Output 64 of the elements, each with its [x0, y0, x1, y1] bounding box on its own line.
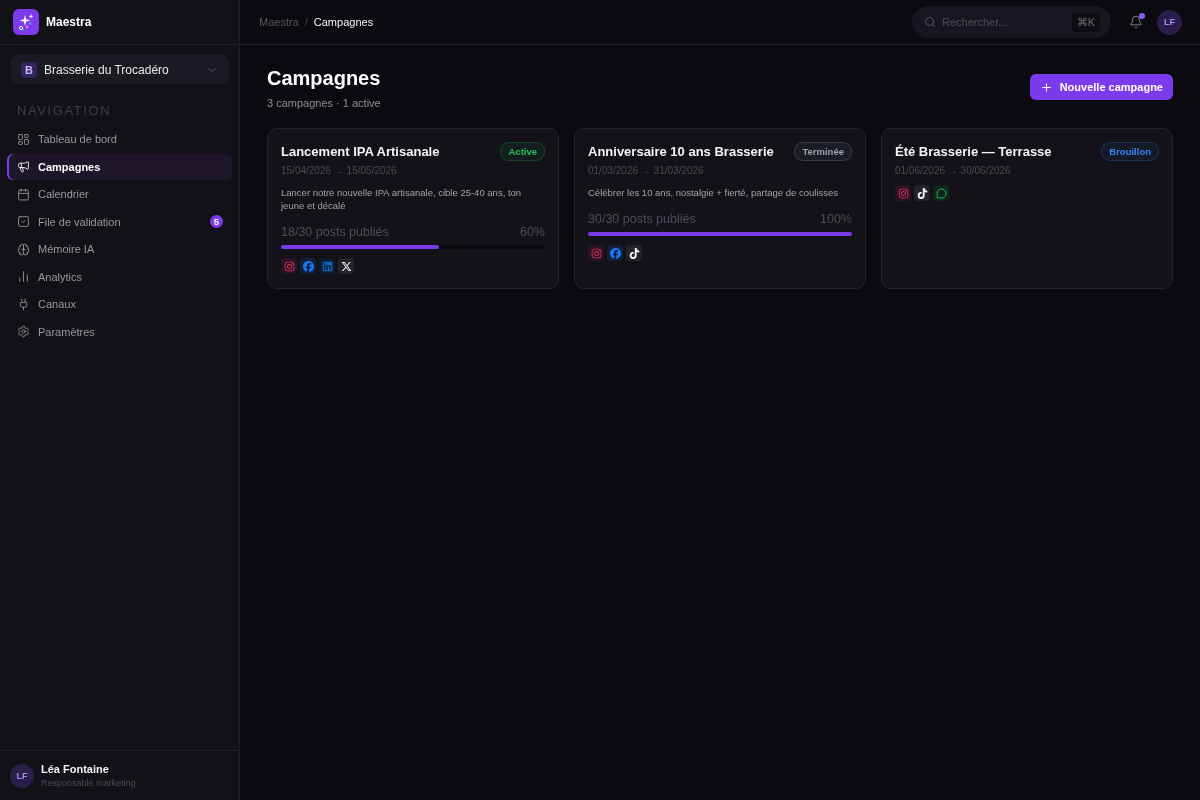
campaign-title: Été Brasserie — Terrasse: [895, 143, 1052, 159]
count-badge: 5: [210, 215, 223, 228]
instagram-icon: [588, 245, 604, 261]
tiktok-icon: [626, 245, 642, 261]
app-name: Maestra: [46, 15, 92, 29]
megaphone-icon: [17, 160, 30, 173]
search-field[interactable]: Rechercher... ⌘K: [912, 6, 1111, 38]
instagram-icon: [281, 258, 297, 274]
nav-item[interactable]: Mémoire IA: [7, 236, 232, 262]
breadcrumb-link[interactable]: Campagnes: [313, 16, 374, 28]
status-badge: Terminée: [794, 141, 852, 161]
progress-percent: 100%: [820, 212, 852, 226]
breadcrumb-separator: /: [304, 16, 308, 28]
campaign-description: Lancer notre nouvelle IPA artisanale, cible 25-40 ans, ton jeune et décalé: [281, 186, 523, 212]
linkedin-icon: [319, 258, 335, 274]
nav-item[interactable]: File de validation 5: [7, 208, 232, 235]
search-icon: [924, 16, 936, 28]
brain-icon: [17, 242, 30, 256]
status-badge: Brouillon: [1101, 141, 1159, 161]
tiktok-icon: [914, 185, 930, 201]
plus-icon: [1039, 80, 1053, 94]
progress-percent: 60%: [519, 225, 545, 239]
campaign-title: Lancement IPA Artisanale: [281, 143, 440, 159]
user-avatar: LF: [10, 763, 34, 788]
user-role: Responsable marketing: [41, 778, 136, 788]
calendar-icon: [17, 187, 30, 201]
nav-item[interactable]: Analytics: [7, 263, 232, 290]
page-subtitle: 3 campagnes · 1 active: [267, 97, 381, 109]
bell-icon: [1129, 15, 1143, 29]
campaign-description: Célébrer les 10 ans, nostalgie + fierté, partage de coulisses: [588, 186, 840, 199]
x-logo-icon: [338, 258, 354, 274]
nav-item[interactable]: Calendrier: [7, 181, 232, 207]
nav-item[interactable]: Campagnes: [7, 153, 232, 180]
instagram-icon: [895, 185, 911, 201]
workspace-selector[interactable]: B Brasserie du Trocadéro: [10, 55, 229, 84]
campaign-dates: 01/03/2026 → 31/03/2026: [588, 165, 705, 176]
campaign-card[interactable]: Anniversaire 10 ans Brasserie Terminée 01/03/2026 → 31/03/2026 Célébrer les 10 ans, nostalgie + fierté, partage de coulisses 30/30 posts publiés 100%: [574, 128, 866, 289]
chat-bubble-icon: [933, 185, 949, 201]
progress-label: 30/30 posts publiés: [588, 212, 696, 226]
workspace-initial: B: [21, 61, 37, 78]
dashboard-icon: [17, 132, 30, 146]
nav-item[interactable]: Paramètres: [7, 318, 232, 345]
checkbox-icon: [17, 215, 30, 228]
campaign-dates: 01/06/2026 → 30/06/2026: [895, 165, 1012, 176]
campaign-dates: 15/04/2026 → 15/05/2026: [281, 165, 398, 176]
progress-label: 18/30 posts publiés: [281, 225, 389, 239]
plug-icon: [17, 297, 30, 311]
campaign-card[interactable]: Lancement IPA Artisanale Active 15/04/2026 → 15/05/2026 Lancer notre nouvelle IPA artisanale, cible 25-40 ans, ton jeune et décalé 18/30 posts publiés 60%: [267, 128, 559, 289]
campaign-card[interactable]: Été Brasserie — Terrasse Brouillon 01/06/2026 → 30/06/2026: [881, 128, 1173, 289]
nav-item[interactable]: Canaux: [7, 291, 232, 317]
settings-icon: [17, 325, 30, 338]
facebook-icon: [607, 245, 623, 261]
status-badge: Active: [500, 141, 545, 161]
user-avatar-button[interactable]: LF: [1157, 9, 1182, 35]
search-input[interactable]: Rechercher...: [942, 14, 1066, 30]
facebook-icon: [300, 258, 316, 274]
shortcut-key: ⌘K: [1071, 12, 1100, 32]
bar-chart-icon: [17, 270, 30, 283]
campaign-title: Anniversaire 10 ans Brasserie: [588, 143, 774, 159]
logo-icon: [13, 9, 39, 35]
page-title: Campagnes: [267, 67, 381, 89]
user-name: Léa Fontaine: [41, 763, 110, 775]
nav-item[interactable]: Tableau de bord: [7, 126, 232, 152]
new-campaign-button[interactable]: Nouvelle campagne: [1029, 74, 1173, 100]
